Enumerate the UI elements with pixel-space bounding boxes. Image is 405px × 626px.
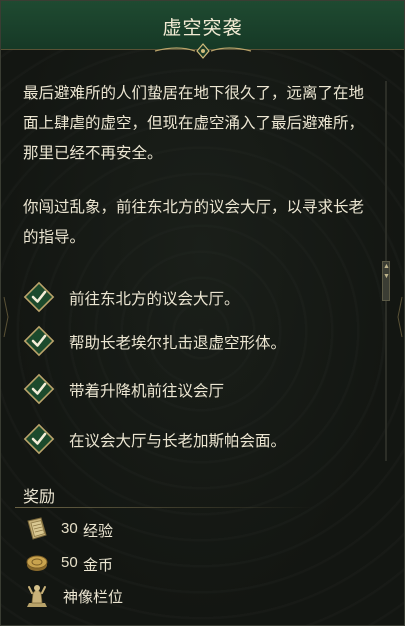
checkmark-icon <box>23 325 55 357</box>
checkmark-icon <box>23 281 55 313</box>
objective-item: 带着升降机前往议会厅 <box>23 373 363 407</box>
statue-slot-icon <box>27 585 47 607</box>
quest-title: 虚空突袭 <box>162 18 243 39</box>
reward-amount: 30 <box>61 520 78 537</box>
quest-description-2: 你闯过乱象，前往东北方的议会大厅，以寻求长老的指导。 <box>23 199 365 246</box>
reward-label: 神像栏位 <box>63 589 124 606</box>
checkmark-icon <box>23 423 55 455</box>
reward-experience: 30 经验 <box>23 515 323 543</box>
quest-panel: 虚空突袭 最后避难所的人们蛰居在地下很久了，远离了在地面上肆虐的虚空，但现在虚空… <box>0 0 405 626</box>
quest-description-1: 最后避难所的人们蛰居在地下很久了，远离了在地面上肆虐的虚空，但现在虚空涌入了最后… <box>23 85 365 162</box>
objective-label: 在议会大厅与长老加斯帕会面。 <box>69 433 287 450</box>
right-edge-ornament-icon <box>397 297 403 337</box>
scrollbar-thumb[interactable]: ▲ ▼ <box>382 261 390 301</box>
experience-book-icon <box>27 517 47 540</box>
reward-gold: 50 金币 <box>23 549 323 577</box>
objective-label: 前往东北方的议会大厅。 <box>69 291 240 308</box>
objective-label: 帮助长老埃尔扎击退虚空形体。 <box>69 335 287 352</box>
objective-item: 在议会大厅与长老加斯帕会面。 <box>23 423 363 457</box>
reward-label: 经验 <box>83 523 114 540</box>
reward-label: 金币 <box>83 557 114 574</box>
rewards-divider <box>15 507 315 508</box>
objective-item: 前往东北方的议会大厅。 <box>23 281 363 315</box>
reward-statue-slot: 神像栏位 <box>23 581 323 609</box>
objective-item: 帮助长老埃尔扎击退虚空形体。 <box>23 325 363 359</box>
rewards-title: 奖励 <box>23 489 56 506</box>
objective-label: 带着升降机前往议会厅 <box>69 383 225 400</box>
header-ornament-icon <box>154 43 252 59</box>
reward-amount: 50 <box>61 554 78 571</box>
left-edge-ornament-icon <box>3 297 9 337</box>
scrollbar[interactable]: ▲ ▼ <box>381 81 391 461</box>
checkmark-icon <box>23 373 55 405</box>
gold-coin-icon <box>26 555 48 571</box>
